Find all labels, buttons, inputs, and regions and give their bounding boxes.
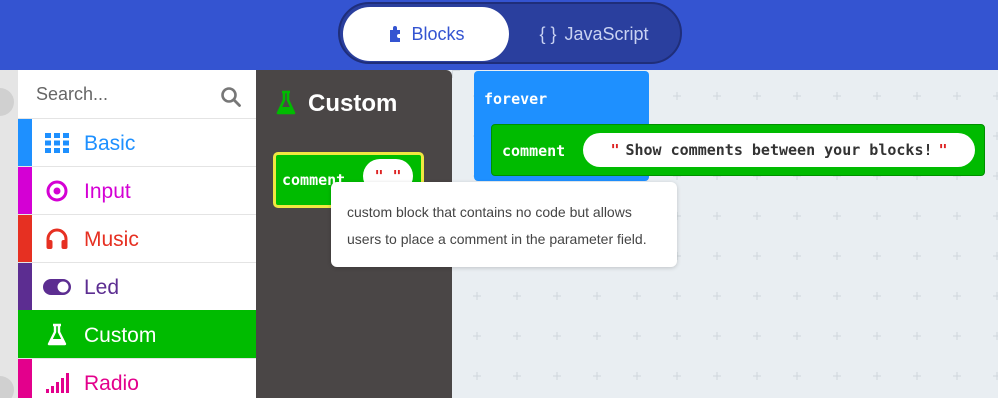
comment-text: Show comments between your blocks! bbox=[625, 141, 933, 159]
category-color-bar bbox=[18, 119, 32, 166]
grid-icon bbox=[45, 133, 69, 153]
category-color-bar bbox=[18, 263, 32, 310]
category-radio[interactable]: Radio bbox=[18, 358, 256, 398]
category-led[interactable]: Led bbox=[18, 262, 256, 310]
category-custom[interactable]: Custom bbox=[18, 310, 256, 358]
blocks-tab[interactable]: Blocks bbox=[343, 7, 509, 61]
javascript-tab[interactable]: { } JavaScript bbox=[510, 7, 678, 61]
javascript-tab-label: JavaScript bbox=[564, 23, 649, 44]
toolbox: Basic Input Music Led Cust bbox=[18, 70, 256, 398]
headphones-icon bbox=[46, 228, 68, 249]
editor-mode-toggle: Blocks { } JavaScript bbox=[338, 2, 682, 64]
block-tooltip: custom block that contains no code but a… bbox=[331, 182, 677, 267]
category-music[interactable]: Music bbox=[18, 214, 256, 262]
quote-open: " bbox=[610, 141, 620, 159]
puzzle-icon bbox=[387, 25, 403, 43]
category-label: Custom bbox=[84, 324, 157, 347]
flyout-title: Custom bbox=[308, 90, 398, 117]
category-label: Basic bbox=[84, 132, 136, 155]
quote-close: " bbox=[938, 141, 948, 159]
comment-text-field[interactable]: " Show comments between your blocks! " bbox=[583, 133, 975, 167]
signal-icon bbox=[46, 373, 69, 393]
braces-icon: { } bbox=[539, 23, 557, 44]
editor-header: Blocks { } JavaScript bbox=[0, 0, 998, 70]
flask-icon bbox=[276, 90, 296, 115]
category-input[interactable]: Input bbox=[18, 166, 256, 214]
toolbox-search bbox=[18, 70, 256, 118]
blocks-tab-label: Blocks bbox=[411, 23, 465, 44]
left-edge-strip bbox=[0, 70, 18, 398]
edge-decoration bbox=[0, 376, 14, 398]
comment-block-label: comment bbox=[502, 142, 566, 160]
flask-icon bbox=[47, 323, 67, 346]
edge-decoration bbox=[0, 88, 14, 116]
category-color-bar bbox=[18, 215, 32, 262]
category-label: Radio bbox=[84, 372, 139, 395]
category-color-bar bbox=[18, 167, 32, 214]
category-label: Input bbox=[84, 180, 131, 203]
toggle-icon bbox=[43, 279, 71, 295]
forever-block-label: forever bbox=[484, 90, 548, 108]
category-label: Led bbox=[84, 276, 120, 299]
category-color-bar bbox=[18, 359, 32, 398]
category-basic[interactable]: Basic bbox=[18, 118, 256, 166]
search-input[interactable] bbox=[36, 84, 216, 105]
search-icon[interactable] bbox=[220, 86, 242, 108]
target-icon bbox=[46, 180, 68, 202]
tooltip-text: custom block that contains no code but a… bbox=[347, 204, 647, 247]
category-label: Music bbox=[84, 228, 139, 251]
